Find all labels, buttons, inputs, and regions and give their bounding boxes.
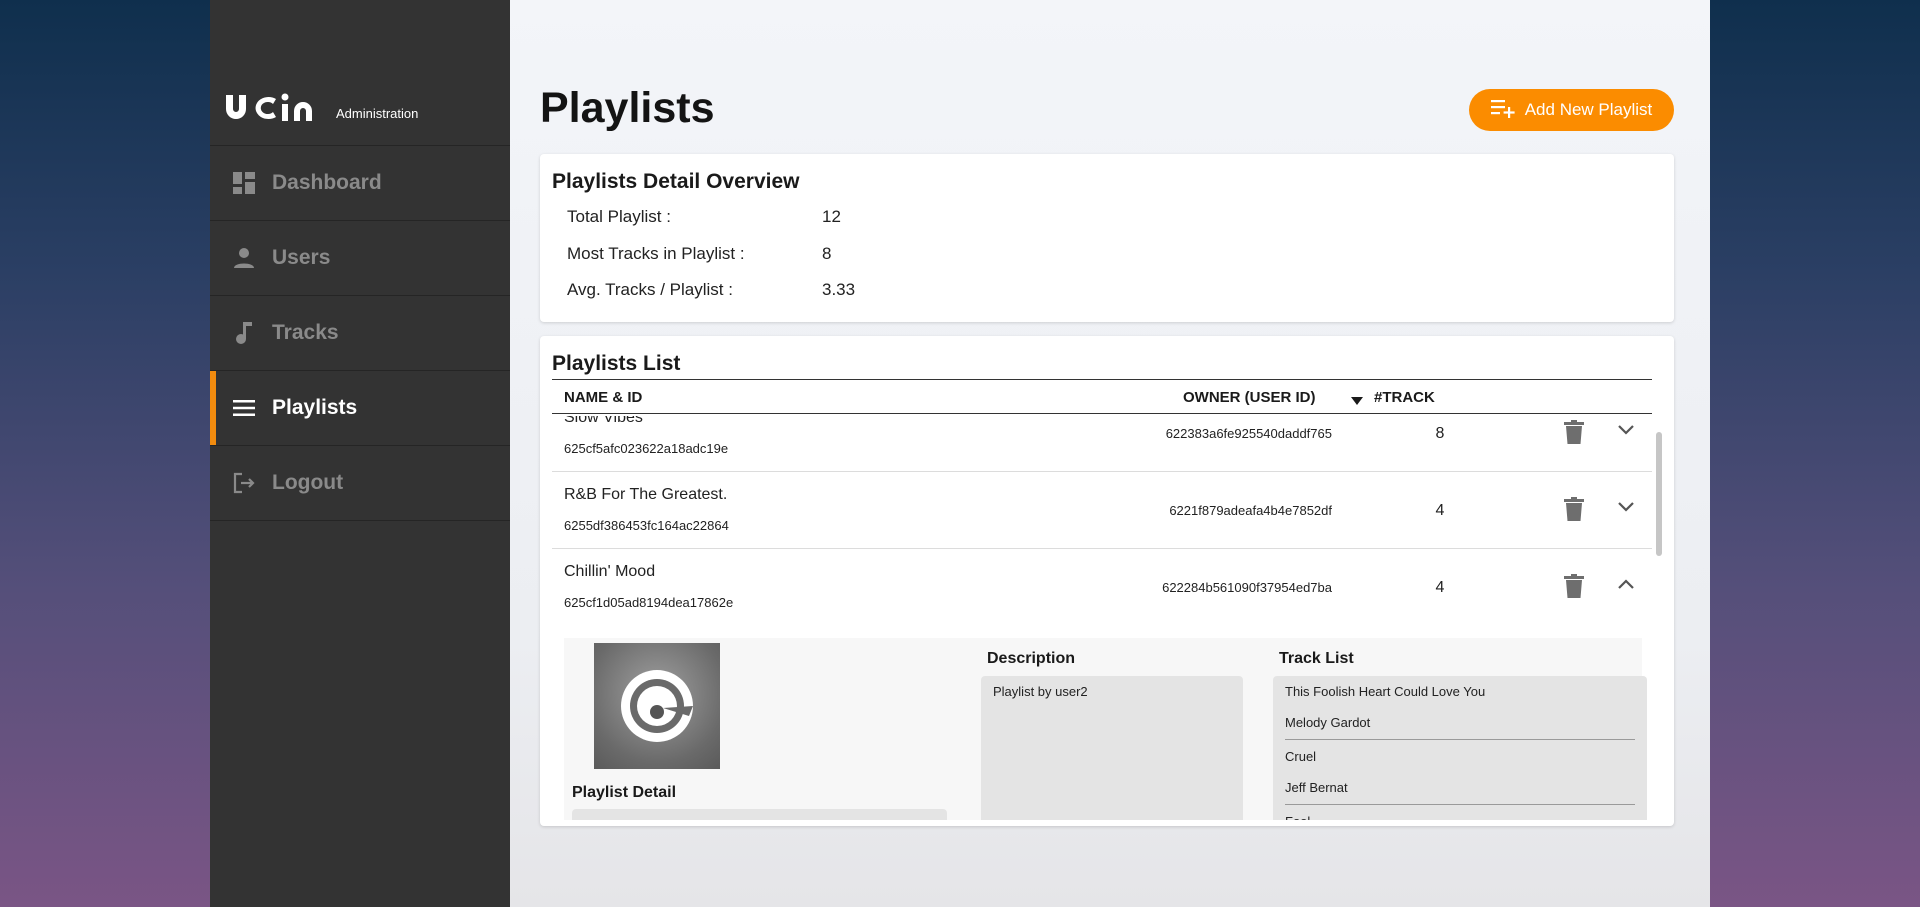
playlist-id: 625cf5afc023622a18adc19e — [564, 441, 729, 456]
track-item: Fool — [1285, 811, 1635, 820]
menu-icon — [232, 396, 256, 420]
dashboard-icon — [232, 171, 256, 195]
list-title: Playlists List — [552, 352, 681, 375]
chevron-down-icon[interactable] — [1618, 499, 1634, 517]
playlist-id: 625cf1d05ad8194dea17862e — [564, 595, 734, 610]
add-playlist-label: Add New Playlist — [1524, 100, 1653, 119]
track-title: This Foolish Heart Could Love You — [1285, 684, 1486, 699]
column-name-id[interactable]: NAME & ID — [564, 389, 642, 406]
overview-row: Total Playlist : 12 — [567, 207, 841, 227]
page-title: Playlists — [540, 84, 715, 132]
table-body: Slow Vibes 625cf5afc023622a18adc19e 6223… — [552, 416, 1652, 820]
add-playlist-button[interactable]: Add New Playlist — [1469, 89, 1674, 131]
table-row[interactable]: Slow Vibes 625cf5afc023622a18adc19e 6223… — [552, 416, 1652, 472]
owner-id: 6221f879adeafa4b4e7852df — [1169, 503, 1332, 518]
sidebar-item-logout[interactable]: Logout — [210, 446, 510, 521]
sidebar-item-label: Users — [272, 246, 331, 269]
overview-row: Most Tracks in Playlist : 8 — [567, 244, 831, 264]
column-owner[interactable]: OWNER (USER ID) — [1183, 389, 1316, 406]
track-item: Cruel Jeff Bernat — [1285, 746, 1635, 805]
owner-id: 622383a6fe925540daddf765 — [1165, 426, 1332, 441]
app-shell: Administration Dashboard Users Tracks Pl… — [210, 0, 1710, 907]
overview-value: 3.33 — [822, 280, 856, 299]
sidebar-item-dashboard[interactable]: Dashboard — [210, 146, 510, 221]
playlist-name: Chillin' Mood — [564, 563, 656, 580]
playlist-detail-panel: Playlist Detail Description Playlist by … — [564, 638, 1647, 820]
overview-value: 12 — [822, 207, 841, 226]
sidebar-item-label: Logout — [272, 471, 344, 494]
tracklist-title: Track List — [1279, 650, 1354, 667]
overview-card: Playlists Detail Overview Total Playlist… — [540, 154, 1674, 322]
table-header: NAME & ID OWNER (USER ID) #TRACK — [552, 379, 1652, 414]
brand: Administration — [210, 0, 510, 146]
description-box: Playlist by user2 — [981, 676, 1243, 820]
sidebar-item-label: Playlists — [272, 396, 358, 419]
table-row[interactable]: Chillin' Mood 625cf1d05ad8194dea17862e 6… — [552, 550, 1652, 626]
track-count: 4 — [1435, 579, 1445, 596]
detail-title: Playlist Detail — [572, 784, 677, 801]
sort-desc-icon[interactable] — [1351, 392, 1363, 409]
chevron-up-icon[interactable] — [1618, 576, 1634, 594]
sidebar-item-label: Tracks — [272, 321, 339, 344]
sidebar: Administration Dashboard Users Tracks Pl… — [210, 0, 510, 907]
overview-value: 8 — [822, 244, 832, 263]
track-title: Fool — [1285, 811, 1635, 820]
brand-mark-icon — [621, 670, 693, 742]
description-title: Description — [987, 650, 1076, 667]
brand-logo-icon — [226, 93, 312, 121]
owner-id: 622284b561090f37954ed7ba — [1162, 580, 1332, 595]
playlist-name: R&B For The Greatest. — [564, 486, 728, 503]
track-title: Cruel — [1285, 749, 1317, 764]
track-artist: Melody Gardot — [1285, 715, 1371, 730]
overview-row: Avg. Tracks / Playlist : 3.33 — [567, 280, 855, 300]
overview-label: Total Playlist : — [567, 207, 671, 226]
overview-label: Most Tracks in Playlist : — [567, 244, 745, 263]
sidebar-item-label: Dashboard — [272, 171, 382, 194]
trash-icon[interactable] — [1564, 574, 1584, 603]
track-count: 8 — [1435, 425, 1445, 442]
column-track-count[interactable]: #TRACK — [1374, 389, 1435, 406]
user-icon — [232, 246, 256, 270]
playlist-add-icon — [1490, 98, 1515, 123]
track-item: This Foolish Heart Could Love You Melody… — [1285, 681, 1635, 740]
table-row[interactable]: R&B For The Greatest. 6255df386453fc164a… — [552, 473, 1652, 549]
playlist-id: 6255df386453fc164ac22864 — [564, 518, 729, 533]
brand-subtitle: Administration — [336, 106, 419, 121]
overview-label: Avg. Tracks / Playlist : — [567, 280, 733, 299]
trash-icon[interactable] — [1564, 420, 1584, 449]
chevron-down-icon[interactable] — [1618, 422, 1634, 440]
playlist-cover-image — [594, 643, 720, 769]
scrollbar[interactable] — [1656, 432, 1662, 556]
detail-box — [572, 809, 947, 820]
music-note-icon — [232, 321, 256, 345]
sidebar-item-playlists[interactable]: Playlists — [210, 371, 510, 446]
track-count: 4 — [1435, 502, 1445, 519]
logo: Administration — [224, 93, 418, 123]
overview-title: Playlists Detail Overview — [552, 170, 800, 193]
sidebar-item-users[interactable]: Users — [210, 221, 510, 296]
main-content: Playlists Add New Playlist Playlists Det… — [510, 0, 1710, 907]
playlist-name: Slow Vibes — [564, 416, 643, 426]
logout-icon — [232, 471, 256, 495]
track-artist: Jeff Bernat — [1285, 780, 1348, 795]
trash-icon[interactable] — [1564, 497, 1584, 526]
sidebar-item-tracks[interactable]: Tracks — [210, 296, 510, 371]
tracklist-box: This Foolish Heart Could Love You Melody… — [1273, 676, 1647, 820]
playlist-list-card: Playlists List NAME & ID OWNER (USER ID)… — [540, 336, 1674, 826]
